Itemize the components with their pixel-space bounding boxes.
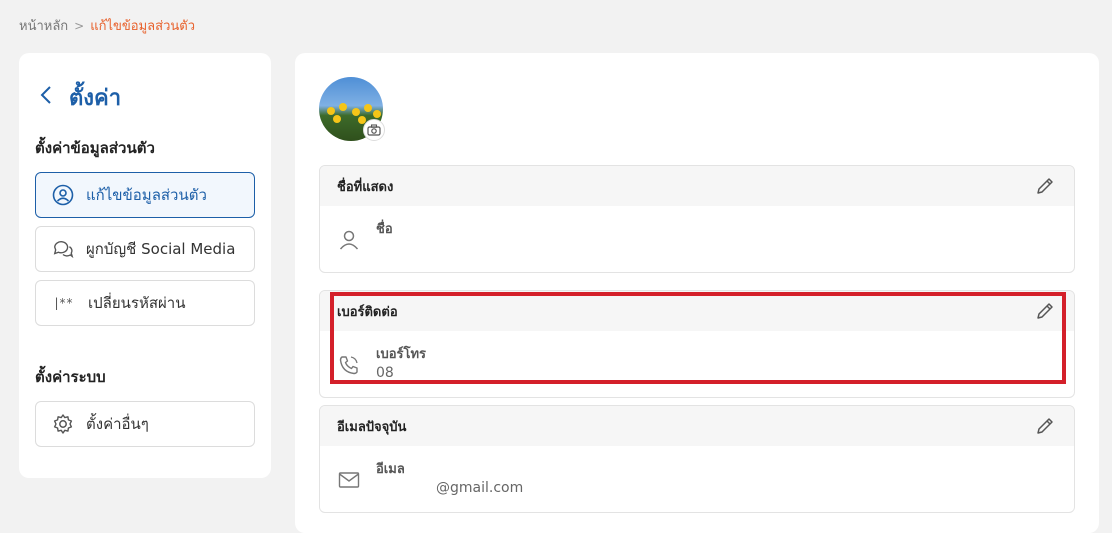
sidebar-item-label: ตั้งค่าอื่นๆ [86,415,149,433]
sidebar-item-edit-profile[interactable]: แก้ไขข้อมูลส่วนตัว [35,172,255,218]
profile-panel: ชื่อที่แสดง ชื่อ เบอร์ติดต่อ เบอร์โทร 08… [295,53,1099,533]
card-title: อีเมลปัจจุบัน [337,419,407,435]
settings-sidebar: ตั้งค่า ตั้งค่าข้อมูลส่วนตัว แก้ไขข้อมูล… [19,53,271,478]
sidebar-item-social-media[interactable]: ผูกบัญชี Social Media [35,226,255,272]
phone-value: 08 [376,365,394,381]
breadcrumb: หน้าหลัก > แก้ไขข้อมูลส่วนตัว [19,15,195,36]
breadcrumb-home-link[interactable]: หน้าหลัก [19,15,68,36]
edit-phone-button[interactable] [1034,300,1056,322]
contact-phone-card: เบอร์ติดต่อ เบอร์โทร 08 [319,290,1075,398]
gear-icon [52,413,74,435]
card-body: ชื่อ [320,206,1074,272]
field-label: อีเมล [376,462,405,477]
pencil-icon [1037,303,1053,319]
card-header: อีเมลปัจจุบัน [320,406,1074,446]
field-label: ชื่อ [376,222,393,237]
breadcrumb-separator: > [74,18,85,33]
edit-display-name-button[interactable] [1034,175,1056,197]
sidebar-header: ตั้งค่า [39,80,121,115]
card-body: เบอร์โทร 08 [320,331,1074,397]
sidebar-title: ตั้งค่า [69,86,122,111]
card-body: อีเมล @gmail.com [320,446,1074,512]
phone-icon [337,353,361,377]
card-header: เบอร์ติดต่อ [320,291,1074,331]
mail-icon [337,468,361,492]
section-personal-heading: ตั้งค่าข้อมูลส่วนตัว [35,139,155,157]
field-label: เบอร์โทร [376,347,427,362]
email-card: อีเมลปัจจุบัน อีเมล @gmail.com [319,405,1075,513]
change-photo-button[interactable] [363,119,385,141]
sidebar-item-label: เปลี่ยนรหัสผ่าน [88,294,186,312]
user-circle-icon [52,184,74,206]
card-title: ชื่อที่แสดง [337,179,394,195]
pencil-icon [1037,178,1053,194]
card-header: ชื่อที่แสดง [320,166,1074,206]
camera-icon [367,121,381,140]
breadcrumb-current: แก้ไขข้อมูลส่วนตัว [90,19,196,34]
sidebar-item-label: ผูกบัญชี Social Media [86,240,236,258]
password-icon: |** [54,296,74,310]
user-icon [337,228,361,252]
sidebar-item-label: แก้ไขข้อมูลส่วนตัว [86,186,207,204]
display-name-card: ชื่อที่แสดง ชื่อ [319,165,1075,273]
email-value: @gmail.com [436,480,524,496]
section-system-heading: ตั้งค่าระบบ [35,368,106,386]
pencil-icon [1037,418,1053,434]
card-title: เบอร์ติดต่อ [337,304,398,320]
edit-email-button[interactable] [1034,415,1056,437]
chat-bubbles-icon [52,238,74,260]
sidebar-item-other-settings[interactable]: ตั้งค่าอื่นๆ [35,401,255,447]
back-chevron-icon[interactable] [39,84,55,111]
sidebar-item-change-password[interactable]: |** เปลี่ยนรหัสผ่าน [35,280,255,326]
